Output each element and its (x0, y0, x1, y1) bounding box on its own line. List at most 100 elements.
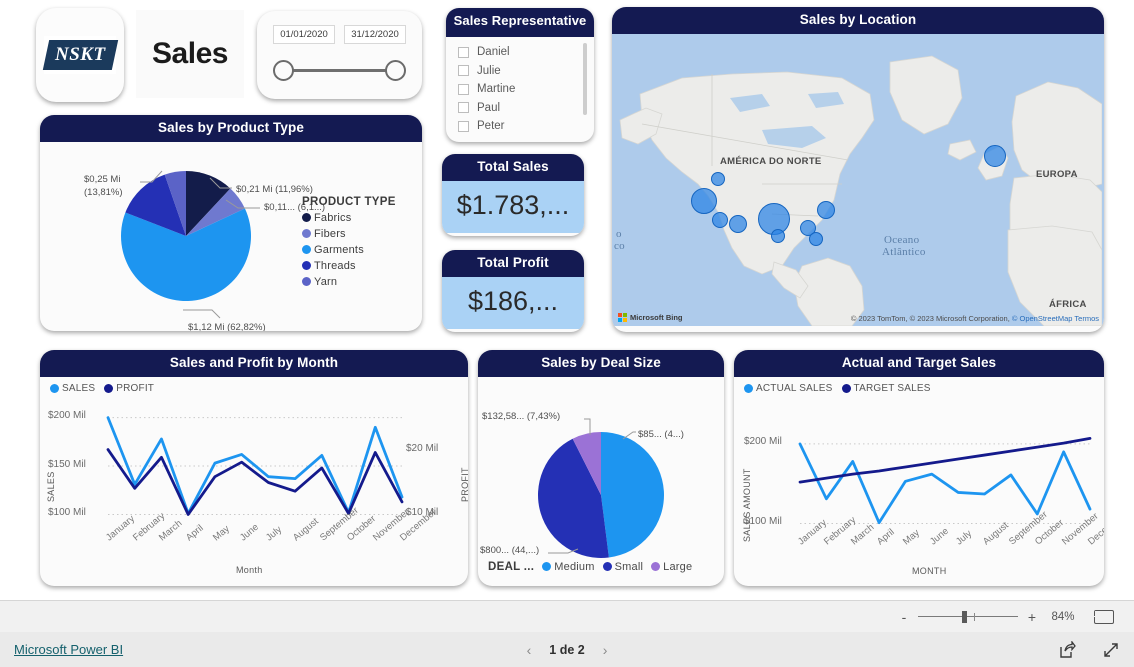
slicer-checkbox[interactable] (458, 120, 469, 132)
date-start-input[interactable]: 01/01/2020 (273, 25, 335, 44)
sales-by-product-type-visual[interactable]: Sales by Product Type $0,21 Mi (11,96%) $… (40, 115, 422, 331)
visual-title: Actual and Target Sales (734, 350, 1104, 377)
zoom-slider-thumb[interactable] (962, 610, 967, 623)
legend-item[interactable]: Threads (302, 260, 396, 272)
openstreetmap-link[interactable]: © OpenStreetMap (1012, 314, 1073, 323)
legend-color-dot (302, 245, 311, 255)
chart-legend[interactable]: SALES PROFIT (40, 377, 468, 394)
slicer-item[interactable]: Martine (458, 80, 594, 99)
slicer-item[interactable]: Paul (458, 98, 594, 117)
legend-item[interactable]: SALES (50, 383, 95, 394)
slicer-item-list[interactable]: Daniel Julie Martine Paul Peter (446, 37, 594, 136)
sales-representative-slicer[interactable]: Sales Representative Daniel Julie Martine P… (446, 8, 594, 142)
legend-color-dot (302, 277, 311, 287)
report-canvas: NSKT Sales 01/01/2020 31/12/2020 Sales R… (0, 0, 1134, 600)
fullscreen-icon[interactable] (1102, 641, 1120, 659)
date-end-input[interactable]: 31/12/2020 (344, 25, 406, 44)
line-series[interactable] (798, 442, 1092, 524)
map-data-bubble[interactable] (771, 228, 785, 243)
next-page-button[interactable]: › (603, 642, 608, 658)
pie-slice[interactable] (601, 431, 665, 558)
secondary-y-axis-tick-label: $10 Mil (406, 506, 439, 518)
kpi-title: Total Profit (442, 250, 584, 277)
legend-item[interactable]: Yarn (302, 276, 396, 288)
terms-link[interactable]: Termos (1074, 314, 1099, 323)
bing-squares-icon (618, 312, 627, 322)
fit-to-page-icon[interactable] (1094, 609, 1114, 624)
slicer-checkbox[interactable] (458, 83, 469, 95)
footer-icon-group (1058, 639, 1120, 659)
legend-label: Fabrics (314, 211, 352, 224)
legend-item[interactable]: Medium (542, 561, 594, 573)
power-bi-link[interactable]: Microsoft Power BI (14, 642, 123, 657)
map-data-bubble[interactable] (817, 200, 835, 219)
chart-plot-area: $200 Mil $150 Mil $100 Mil January February M… (40, 394, 468, 586)
map-data-bubble[interactable] (712, 211, 728, 228)
map-geography (619, 55, 1102, 326)
y-axis-tick-label: $100 Mil (48, 506, 86, 518)
legend-item[interactable]: ACTUAL SALES (744, 383, 833, 394)
chart-legend[interactable]: ACTUAL SALES TARGET SALES (734, 377, 1104, 394)
visual-title: Sales by Deal Size (478, 350, 724, 377)
slicer-checkbox[interactable] (458, 102, 469, 114)
legend-title: PRODUCT TYPE (302, 195, 396, 208)
map-data-bubble[interactable] (691, 187, 717, 214)
zoom-slider[interactable] (918, 610, 1018, 623)
actual-and-target-sales-visual[interactable]: Actual and Target Sales ACTUAL SALES TARG… (734, 350, 1104, 586)
map-region-label: AMÉRICA DO NORTE (720, 155, 822, 167)
slicer-checkbox[interactable] (458, 65, 469, 77)
legend-color-dot (50, 383, 59, 393)
line-series[interactable] (106, 415, 404, 515)
chart-legend[interactable]: DEAL ... Medium Small Large (488, 561, 692, 573)
slider-handle-start[interactable] (273, 60, 294, 81)
legend-item[interactable]: Fibers (302, 228, 396, 240)
slicer-item-label: Paul (477, 101, 501, 114)
slicer-item[interactable]: Julie (458, 61, 594, 80)
pie-data-label: $800... (44,...) (480, 544, 540, 556)
slicer-item-label: Martine (477, 83, 516, 96)
zoom-in-button[interactable]: + (1027, 609, 1037, 625)
chart-legend[interactable]: PRODUCT TYPE Fabrics Fibers Garments Threads… (302, 196, 396, 288)
legend-item[interactable]: Large (651, 561, 692, 573)
zoom-control[interactable]: - + 84% (899, 609, 1080, 625)
page-navigation[interactable]: ‹ 1 de 2 › (527, 642, 608, 658)
sales-and-profit-by-month-visual[interactable]: Sales and Profit by Month SALES PROFIT $2… (40, 350, 468, 586)
map-data-bubble[interactable] (711, 171, 725, 186)
map-data-bubble[interactable] (984, 144, 1006, 167)
slicer-scrollbar[interactable] (583, 42, 587, 115)
slicer-item-label: Julie (477, 64, 501, 77)
slicer-checkbox[interactable] (458, 46, 469, 58)
line-chart-svg (798, 436, 1092, 524)
map-canvas[interactable]: Microsoft Bing © 2023 TomTom, © 2023 Mic… (612, 33, 1104, 326)
legend-title: DEAL ... (488, 560, 535, 573)
zoom-out-button[interactable]: - (899, 609, 909, 625)
map-attribution-text: © 2023 TomTom, © 2023 Microsoft Corporat… (850, 313, 1010, 323)
map-data-bubble[interactable] (729, 214, 747, 233)
logo-text: NSKT (54, 44, 106, 65)
legend-item[interactable]: Fabrics (302, 212, 396, 224)
landmass (889, 55, 963, 134)
legend-color-dot (602, 562, 612, 572)
slicer-item[interactable]: Peter (458, 117, 594, 136)
legend-label: Small (614, 560, 644, 573)
date-slider-track[interactable] (273, 60, 406, 82)
line-series[interactable] (798, 436, 1092, 484)
legend-item[interactable]: TARGET SALES (841, 383, 931, 394)
previous-page-button[interactable]: ‹ (527, 642, 532, 658)
legend-item[interactable]: Small (602, 560, 644, 573)
slider-handle-end[interactable] (385, 60, 406, 81)
map-data-bubble[interactable] (809, 231, 823, 246)
nskt-logo-mark: NSKT (42, 40, 118, 70)
share-icon[interactable] (1058, 639, 1076, 659)
sales-by-location-visual[interactable]: Sales by Location Microsoft Bing © 2023 … (612, 7, 1104, 332)
date-range-slicer[interactable]: 01/01/2020 31/12/2020 (257, 11, 422, 99)
legend-item[interactable]: PROFIT (104, 383, 154, 394)
zoom-slider-tick (974, 612, 975, 621)
slicer-item[interactable]: Daniel (458, 43, 594, 62)
kpi-total-sales[interactable]: Total Sales $1.783,... (442, 154, 584, 236)
legend-item[interactable]: Garments (302, 244, 396, 256)
legend-label: Medium (554, 560, 595, 573)
slicer-title: Sales Representative (446, 8, 594, 37)
kpi-total-profit[interactable]: Total Profit $186,... (442, 250, 584, 332)
sales-by-deal-size-visual[interactable]: Sales by Deal Size $85... (4...) $800... … (478, 350, 724, 586)
